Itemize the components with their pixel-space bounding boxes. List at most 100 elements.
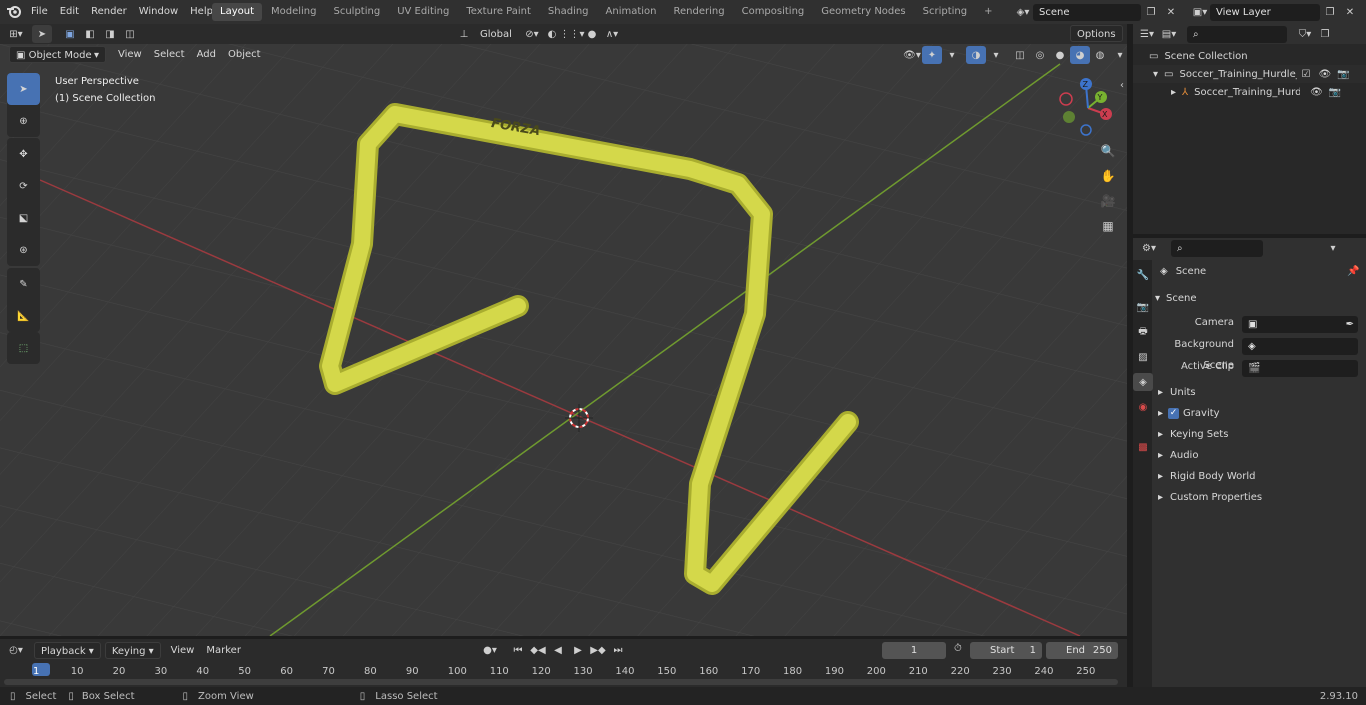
end-frame-field[interactable]: End 250	[1046, 642, 1118, 659]
camera-render-icon[interactable]: 📷	[1329, 87, 1341, 98]
outliner-root-row[interactable]: ▭ Scene Collection	[1149, 47, 1248, 65]
move-tool[interactable]: ✥	[7, 138, 40, 170]
visibility-icon[interactable]: 👁▾	[902, 46, 922, 64]
camera-field[interactable]: ▣ ✒	[1242, 316, 1358, 333]
add-cube-tool[interactable]: ⬚	[7, 332, 40, 364]
scene-selector-icon[interactable]: ◈▾	[1013, 3, 1033, 21]
marker-menu[interactable]: Marker	[200, 642, 247, 659]
scene-field[interactable]: Scene	[1033, 3, 1141, 21]
properties-editor-icon[interactable]: ⚙▾	[1139, 239, 1159, 257]
rendered-shading-icon[interactable]: ◍	[1090, 46, 1110, 64]
panel-units[interactable]: ▸ Units	[1158, 382, 1196, 403]
outliner-item-object[interactable]: ▸ ⅄ Soccer_Training_Hurdle_F 👁 📷	[1133, 83, 1366, 101]
tab-compositing[interactable]: Compositing	[734, 3, 813, 21]
timeline-editor-icon[interactable]: ◴▾	[6, 641, 26, 659]
transform-orientation-dropdown[interactable]: Global	[474, 26, 522, 43]
tab-scripting[interactable]: Scripting	[915, 3, 975, 21]
overlays-dropdown-icon[interactable]: ▾	[986, 46, 1006, 64]
eyedropper-icon[interactable]: ✒	[1346, 316, 1354, 333]
scene-tab-icon[interactable]: ◈	[1133, 373, 1153, 391]
shading-dropdown-icon[interactable]: ▾	[1110, 46, 1130, 64]
panel-keying-sets[interactable]: ▸ Keying Sets	[1158, 424, 1228, 445]
select-subtract-icon[interactable]: ◨	[100, 25, 120, 43]
display-mode-icon[interactable]: ▤▾	[1159, 25, 1179, 43]
tab-rendering[interactable]: Rendering	[666, 3, 733, 21]
active-clip-field[interactable]: 🎬	[1242, 360, 1358, 377]
panel-rigid-body-world[interactable]: ▸ Rigid Body World	[1158, 466, 1256, 487]
orientation-icon[interactable]: ⊥	[454, 25, 474, 43]
wireframe-shading-icon[interactable]: ◎	[1030, 46, 1050, 64]
delete-scene-icon[interactable]: ✕	[1161, 3, 1181, 21]
sidebar-toggle-icon[interactable]: ‹	[1120, 80, 1124, 91]
timeline-scrollbar[interactable]	[4, 679, 1118, 685]
keying-menu[interactable]: Keying ▾	[104, 641, 161, 659]
panel-gravity[interactable]: ▸ ✓ Gravity	[1158, 403, 1220, 424]
gizmo-toggle-icon[interactable]: ✦	[922, 46, 942, 64]
start-frame-field[interactable]: Start 1	[970, 642, 1042, 659]
pin-icon[interactable]: 📌	[1347, 266, 1359, 277]
tweak-tool-icon[interactable]: ➤	[32, 25, 52, 43]
output-tab-icon[interactable]: 🖶	[1133, 323, 1153, 341]
3d-viewport[interactable]: FORZA X Y Z User Perspective (1) Scene C…	[0, 44, 1127, 636]
eye-icon[interactable]: 👁	[1318, 69, 1331, 80]
menu-add[interactable]: Add	[191, 46, 222, 63]
render-tab-icon[interactable]: 📷	[1133, 298, 1153, 316]
menu-window[interactable]: Window	[133, 2, 184, 22]
pivot-icon[interactable]: ⊘▾	[522, 25, 542, 43]
tab-texture-paint[interactable]: Texture Paint	[458, 3, 539, 21]
prev-keyframe-icon[interactable]: ◆◀	[528, 641, 548, 659]
camera-view-icon[interactable]: 🎥	[1097, 190, 1119, 212]
solid-shading-icon[interactable]: ●	[1050, 46, 1070, 64]
outliner-item-collection[interactable]: ▾ ▭ Soccer_Training_Hurdle_Forza ☑ 👁 📷	[1133, 65, 1366, 83]
timeline-view-menu[interactable]: View	[165, 642, 201, 659]
playback-menu[interactable]: Playback ▾	[34, 641, 101, 659]
rotate-tool[interactable]: ⟳	[7, 170, 40, 202]
jump-end-icon[interactable]: ⏭	[608, 641, 628, 659]
blender-logo-icon[interactable]	[6, 3, 22, 19]
menu-object[interactable]: Object	[222, 46, 267, 63]
new-scene-icon[interactable]: ❐	[1141, 3, 1161, 21]
tab-layout[interactable]: Layout	[212, 3, 262, 21]
next-keyframe-icon[interactable]: ▶◆	[588, 641, 608, 659]
ortho-toggle-icon[interactable]: ▦	[1097, 215, 1119, 237]
panel-custom-properties[interactable]: ▸ Custom Properties	[1158, 487, 1262, 508]
filter-icon[interactable]: ⛉▾	[1295, 25, 1315, 43]
view-layer-field[interactable]: View Layer	[1210, 3, 1320, 21]
select-extend-icon[interactable]: ◧	[80, 25, 100, 43]
overlays-toggle-icon[interactable]: ◑	[966, 46, 986, 64]
delete-view-layer-icon[interactable]: ✕	[1340, 3, 1360, 21]
scene-section-header[interactable]: ▾ Scene	[1155, 288, 1360, 309]
texture-tab-icon[interactable]: ▩	[1133, 438, 1153, 456]
world-tab-icon[interactable]: ◉	[1133, 398, 1153, 416]
proportional-edit-icon[interactable]: ●	[582, 25, 602, 43]
cursor-tool[interactable]: ⊕	[7, 105, 40, 137]
region-divider[interactable]	[1127, 24, 1133, 687]
snap-target-icon[interactable]: ⋮⋮▾	[559, 25, 584, 43]
outliner-search-input[interactable]: ⌕	[1187, 25, 1287, 43]
play-icon[interactable]: ▶	[568, 641, 588, 659]
properties-dropdown-icon[interactable]: ▾	[1323, 239, 1343, 257]
play-reverse-icon[interactable]: ◀	[548, 641, 568, 659]
current-frame-field[interactable]: 1	[882, 642, 946, 659]
menu-render[interactable]: Render	[85, 2, 133, 22]
record-icon[interactable]: ●▾	[480, 641, 500, 659]
measure-tool[interactable]: 📐	[7, 300, 40, 332]
new-collection-icon[interactable]: ❐	[1315, 25, 1335, 43]
select-new-icon[interactable]: ▣	[60, 25, 80, 43]
scale-tool[interactable]: ⬕	[7, 202, 40, 234]
transform-tool[interactable]: ⊛	[7, 234, 40, 266]
select-intersect-icon[interactable]: ◫	[120, 25, 140, 43]
view-layer-tab-icon[interactable]: ▨	[1133, 348, 1153, 366]
gravity-checkbox[interactable]: ✓	[1168, 408, 1180, 419]
menu-view[interactable]: View	[112, 46, 148, 63]
xray-icon[interactable]: ◫	[1010, 46, 1030, 64]
panel-audio[interactable]: ▸ Audio	[1158, 445, 1198, 466]
tab-uv-editing[interactable]: UV Editing	[389, 3, 457, 21]
menu-select[interactable]: Select	[148, 46, 191, 63]
tab-sculpting[interactable]: Sculpting	[326, 3, 389, 21]
outliner-editor-icon[interactable]: ☰▾	[1137, 25, 1157, 43]
properties-search-input[interactable]: ⌕	[1171, 239, 1263, 257]
tab-animation[interactable]: Animation	[598, 3, 665, 21]
background-scene-field[interactable]: ◈	[1242, 338, 1358, 355]
stopwatch-icon[interactable]: ⏱	[954, 643, 962, 654]
